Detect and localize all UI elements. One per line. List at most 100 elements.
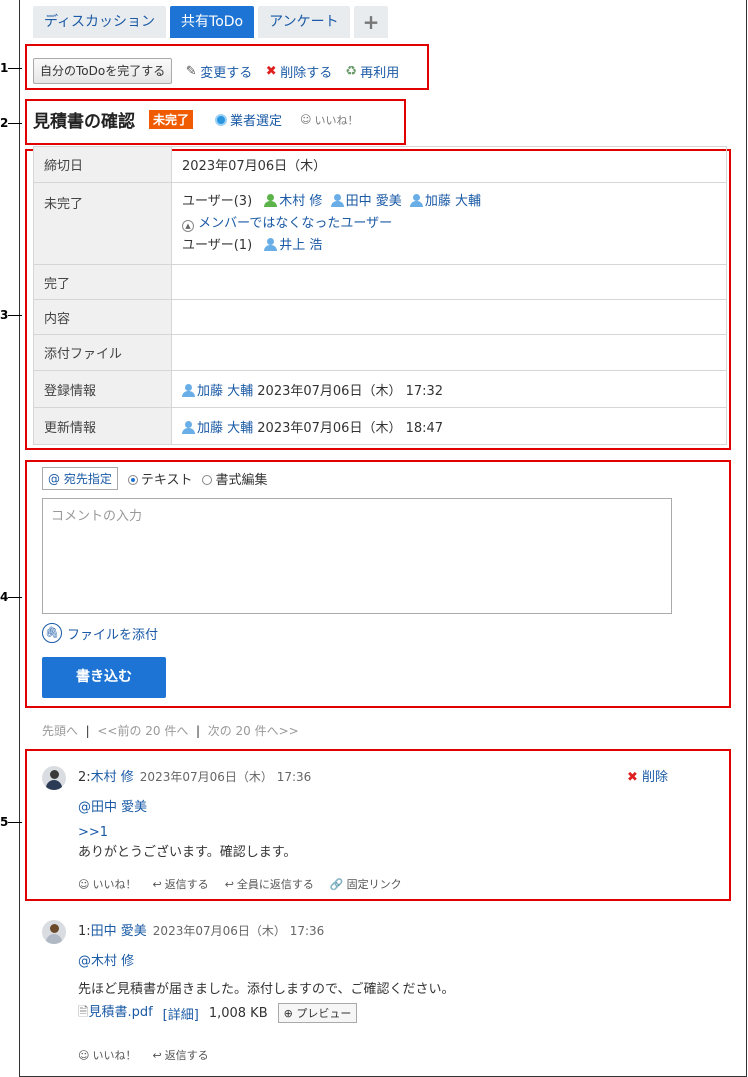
paperclip-icon: 🖇 [42, 623, 62, 643]
tab-shared-todo[interactable]: 共有ToDo [170, 6, 255, 38]
comment-text: ありがとうございます。確認します。 [78, 845, 297, 860]
reply-button[interactable]: ↩ 返信する [152, 1047, 208, 1063]
table-row: 未完了 ユーザー(3) 木村 修 田中 愛美 加藤 大輔 ▲ メンバーではなくな… [33, 182, 727, 265]
table-row: 登録情報 加藤 大輔 2023年07月06日（木） 17:32 [33, 370, 727, 408]
file-icon: 🗎 [78, 1005, 89, 1020]
comment-actions: ☺ いいね！ ↩ 返信する [78, 1047, 678, 1063]
attachment-row: 🗎見積書.pdf [詳細] 1,008 KB ⊕ プレビュー [78, 1001, 678, 1025]
callout-4: 4 [0, 590, 22, 604]
user-link[interactable]: 加藤 大輔 [409, 193, 481, 209]
updated-time: 2023年07月06日（木） 18:47 [257, 420, 444, 436]
smiley-icon: ☺ [78, 877, 90, 891]
user-icon [182, 383, 195, 397]
pencil-icon: ✎ [185, 63, 197, 79]
user-icon [182, 420, 195, 434]
pager-first[interactable]: 先頭へ [42, 724, 78, 738]
comment-number: 1: [78, 924, 91, 939]
table-row: 内容 [33, 299, 727, 335]
reply-button[interactable]: ↩ 返信する [152, 876, 208, 892]
incomplete-group-label: ユーザー(1) [182, 237, 253, 253]
post-comment-button[interactable]: 書き込む [42, 657, 166, 698]
tab-add-button[interactable]: + [353, 6, 389, 38]
close-icon: ✖ [265, 63, 277, 79]
content-value [171, 299, 727, 335]
comment-mention[interactable]: @木村 修 [78, 950, 678, 969]
attach-file-link[interactable]: 🖇 ファイルを添付 [42, 623, 158, 643]
user-icon [264, 237, 278, 251]
pager-prev[interactable]: <<前の 20 件へ [97, 724, 188, 738]
due-value: 2023年07月06日（木） [171, 146, 727, 183]
incomplete-label: 未完了 [33, 182, 172, 265]
file-detail-link[interactable]: [詳細] [163, 1004, 199, 1023]
page-title: 見積書の確認 [33, 112, 135, 132]
tab-survey[interactable]: アンケート [258, 6, 350, 38]
comment-author[interactable]: 田中 愛美 [91, 924, 147, 939]
updated-value: 加藤 大輔 2023年07月06日（木） 18:47 [171, 407, 727, 445]
content-label: 内容 [33, 299, 172, 335]
comment-author[interactable]: 木村 修 [91, 770, 134, 785]
delete-button[interactable]: ✖ 削除する [264, 62, 332, 81]
reply-reference-link[interactable]: >>1 [78, 825, 678, 840]
category-icon [215, 113, 228, 126]
complete-my-todo-button[interactable]: 自分のToDoを完了する [33, 58, 173, 84]
permalink-button[interactable]: 🔗 固定リンク [330, 876, 402, 892]
edit-label: 変更する [200, 65, 253, 81]
like-button[interactable]: ☺ いいね！ [78, 876, 136, 892]
user-link[interactable]: 加藤 大輔 [182, 420, 253, 436]
pagination: 先頭へ | <<前の 20 件へ | 次の 20 件へ>> [42, 724, 299, 738]
mode-rich-radio[interactable]: 書式編集 [202, 469, 267, 488]
app-tabs: ディスカッション 共有ToDo アンケート + [33, 6, 389, 38]
expand-icon[interactable]: ▲ [182, 219, 194, 232]
avatar [42, 920, 66, 944]
attach-label: ファイルを添付 [67, 627, 159, 643]
user-icon [409, 193, 423, 207]
reply-all-button[interactable]: ↩ 全員に返信する [225, 876, 314, 892]
avatar [42, 766, 66, 790]
like-label: いいね！ [314, 113, 359, 127]
callout-2: 2 [0, 116, 22, 130]
table-row: 締切日 2023年07月06日（木） [33, 146, 727, 183]
table-row: 添付ファイル [33, 334, 727, 371]
close-icon: ✖ [627, 770, 638, 785]
user-link[interactable]: 木村 修 [264, 193, 322, 209]
updated-label: 更新情報 [33, 407, 172, 445]
user-link[interactable]: 田中 愛美 [330, 193, 402, 209]
comment-date: 2023年07月06日（木） 17:36 [152, 924, 325, 938]
comment-input[interactable]: コメントの入力 [42, 498, 672, 614]
reply-all-icon: ↩ [224, 877, 234, 891]
like-button[interactable]: ☺ いいね！ [78, 1047, 136, 1063]
registered-value: 加藤 大輔 2023年07月06日（木） 17:32 [171, 370, 727, 408]
attachment-value [171, 334, 727, 371]
radio-icon [127, 475, 138, 485]
edit-button[interactable]: ✎ 変更する [184, 62, 252, 81]
reply-icon: ↩ [152, 877, 162, 891]
todo-toolbar: 自分のToDoを完了する ✎ 変更する ✖ 削除する ♻ 再利用 [33, 58, 399, 84]
registered-time: 2023年07月06日（木） 17:32 [257, 383, 444, 399]
comment-date: 2023年07月06日（木） 17:36 [139, 770, 312, 784]
attachment-label: 添付ファイル [33, 334, 172, 371]
registered-label: 登録情報 [33, 370, 172, 408]
due-label: 締切日 [33, 146, 172, 183]
user-icon [330, 193, 344, 207]
user-icon [264, 193, 278, 207]
tab-discussion[interactable]: ディスカッション [33, 6, 167, 38]
mode-text-radio[interactable]: テキスト [127, 469, 192, 488]
like-button[interactable]: ☺ いいね！ [300, 112, 358, 128]
delete-comment-button[interactable]: ✖ 削除 [627, 766, 668, 785]
preview-button[interactable]: ⊕ プレビュー [277, 1003, 358, 1023]
recycle-icon: ♻ [345, 63, 358, 79]
comment-number: 2: [78, 770, 91, 785]
non-member-link[interactable]: メンバーではなくなったユーザー [198, 216, 392, 231]
pager-next[interactable]: 次の 20 件へ>> [208, 724, 299, 738]
file-link[interactable]: 🗎見積書.pdf [78, 1001, 153, 1025]
user-link[interactable]: 井上 浩 [264, 237, 322, 253]
comment-mention[interactable]: @田中 愛美 [78, 796, 678, 815]
user-link[interactable]: 加藤 大輔 [182, 383, 253, 399]
reuse-button[interactable]: ♻ 再利用 [344, 62, 399, 81]
smiley-icon: ☺ [300, 113, 312, 126]
link-icon: 🔗 [329, 877, 344, 891]
category-link[interactable]: 業者選定 [215, 110, 282, 129]
smiley-icon: ☺ [78, 1048, 90, 1062]
comment-form-options: @ 宛先指定 テキスト 書式編集 [42, 467, 267, 490]
mention-button[interactable]: @ 宛先指定 [42, 467, 118, 490]
